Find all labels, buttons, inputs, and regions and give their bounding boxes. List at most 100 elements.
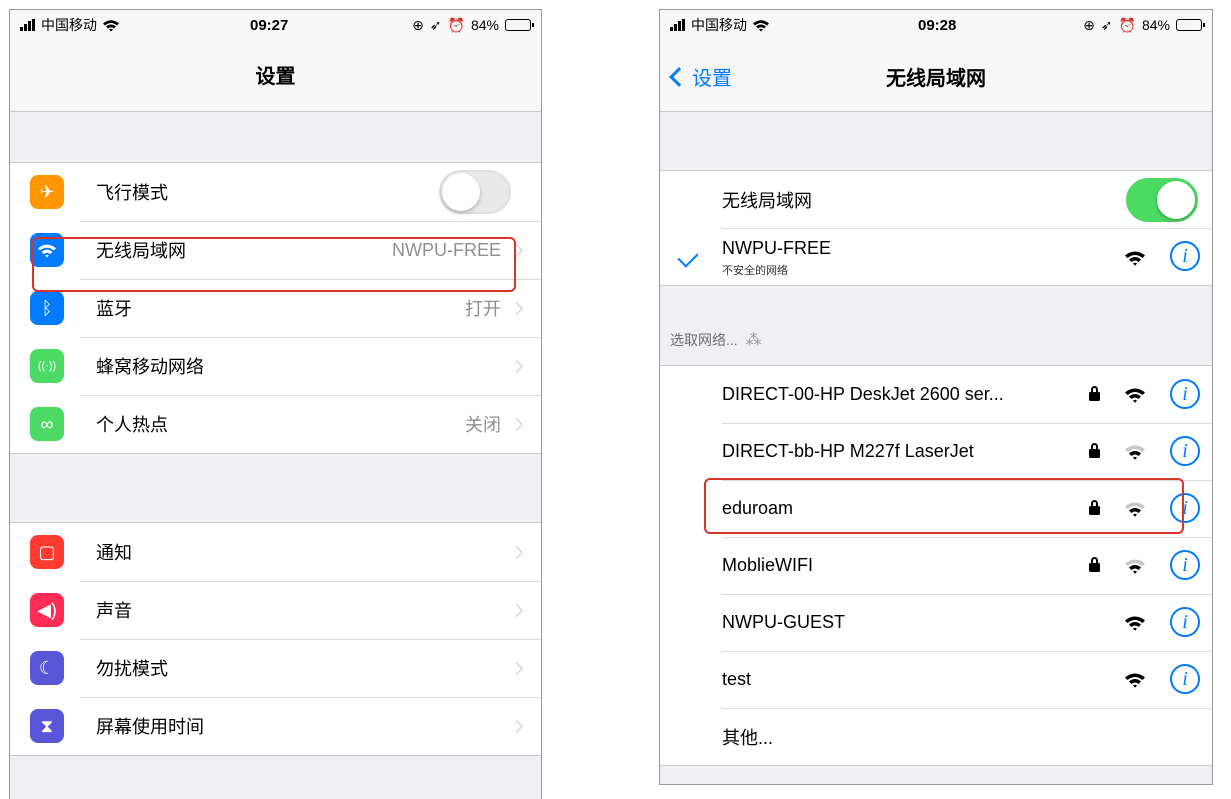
wifi-toggle-row: 无线局域网 xyxy=(660,171,1212,228)
battery-percent: 84% xyxy=(470,17,499,33)
checkmark-icon xyxy=(677,246,699,268)
wifi-toggle-label: 无线局域网 xyxy=(722,190,812,211)
hourglass-icon: ⧗ xyxy=(30,709,64,743)
info-button[interactable]: i xyxy=(1170,493,1200,523)
network-row[interactable]: test i xyxy=(660,651,1212,708)
status-bar: 中国移动 09:27 ⊕ ➶ ⏰ 84% xyxy=(10,10,541,40)
network-name: DIRECT-bb-HP M227f LaserJet xyxy=(722,441,974,461)
row-label: 通知 xyxy=(96,543,132,563)
network-name: eduroam xyxy=(722,498,794,518)
wifi-signal-icon xyxy=(1125,445,1145,460)
wifi-signal-icon xyxy=(1125,502,1145,517)
chevron-right-icon xyxy=(510,417,523,431)
network-row[interactable]: NWPU-GUEST i xyxy=(660,594,1212,651)
wifi-main-group: 无线局域网 NWPU-FREE 不安全的网络 i xyxy=(660,170,1212,286)
location-icon: ➶ xyxy=(429,16,442,33)
network-name: DIRECT-00-HP DeskJet 2600 ser... xyxy=(722,384,1004,404)
wifi-toggle[interactable] xyxy=(1126,177,1198,222)
chevron-right-icon xyxy=(510,359,523,373)
row-value: NWPU-FREE xyxy=(392,239,501,260)
status-bar: 中国移动 09:28 ⊕ ➶ ⏰ 84% xyxy=(660,10,1212,40)
wifi-signal-icon xyxy=(1125,559,1145,574)
signal-bars-icon xyxy=(670,19,686,31)
row-value: 打开 xyxy=(465,299,501,319)
settings-row[interactable]: 无线局域网 NWPU-FREE xyxy=(10,221,541,279)
battery-icon xyxy=(1176,19,1205,31)
moon-icon: ☾ xyxy=(30,651,64,685)
network-row[interactable]: MoblieWIFI i xyxy=(660,537,1212,594)
info-button[interactable]: i xyxy=(1170,436,1200,466)
network-row[interactable]: DIRECT-bb-HP M227f LaserJet i xyxy=(660,423,1212,480)
cellular-icon: ((·)) xyxy=(30,349,64,383)
chevron-right-icon xyxy=(510,301,523,315)
settings-group-notifications: ▢ 通知 ◀) 声音 ☾ 勿扰模式 ⧗ 屏幕使用时间 xyxy=(10,522,541,756)
chevron-right-icon xyxy=(510,719,523,733)
lock-icon xyxy=(1089,557,1100,572)
sound-icon: ◀) xyxy=(30,593,64,627)
carrier: 中国移动 xyxy=(670,15,770,35)
page-title: 设置 xyxy=(255,66,296,88)
info-button[interactable]: i xyxy=(1170,607,1200,637)
connected-network-name: NWPU-FREE xyxy=(722,238,831,258)
wifi-signal-icon xyxy=(1125,616,1145,631)
wifi-signal-icon xyxy=(1125,251,1145,266)
settings-row[interactable]: ◀) 声音 xyxy=(10,581,541,639)
settings-row[interactable]: ☾ 勿扰模式 xyxy=(10,639,541,697)
airplane-toggle[interactable] xyxy=(439,170,511,214)
settings-row[interactable]: ▢ 通知 xyxy=(10,523,541,581)
location-icon: ➶ xyxy=(1100,16,1113,33)
wifi-status-icon xyxy=(103,19,119,31)
network-row[interactable]: DIRECT-00-HP DeskJet 2600 ser... i xyxy=(660,366,1212,423)
row-label: 蓝牙 xyxy=(96,299,132,319)
lock-icon xyxy=(1089,386,1100,401)
row-label: 蜂窝移动网络 xyxy=(96,357,204,377)
info-button[interactable]: i xyxy=(1170,241,1200,271)
connected-network-subtitle: 不安全的网络 xyxy=(722,265,788,277)
chevron-right-icon xyxy=(510,545,523,559)
connected-network-row[interactable]: NWPU-FREE 不安全的网络 i xyxy=(660,228,1212,285)
network-list: DIRECT-00-HP DeskJet 2600 ser... i DIRECT-… xyxy=(660,365,1212,766)
network-row[interactable]: 其他... xyxy=(660,708,1212,765)
nav-bar: 设置 无线局域网 xyxy=(660,40,1212,112)
bluetooth-icon: ᛒ xyxy=(30,291,64,325)
network-name: test xyxy=(722,669,752,689)
choose-network-label: 选取网络... xyxy=(670,332,738,348)
wifi-signal-icon xyxy=(1125,388,1145,403)
orientation-lock-icon: ⊕ xyxy=(1083,16,1095,33)
info-button[interactable]: i xyxy=(1170,664,1200,694)
lock-icon xyxy=(1089,443,1100,458)
battery-icon xyxy=(505,19,534,31)
network-name: NWPU-GUEST xyxy=(722,612,845,632)
page-title: 无线局域网 xyxy=(886,68,986,90)
settings-row[interactable]: ⧗ 屏幕使用时间 xyxy=(10,697,541,755)
row-label: 个人热点 xyxy=(96,415,168,435)
network-row[interactable]: eduroam i xyxy=(660,480,1212,537)
alarm-icon: ⏰ xyxy=(1118,16,1136,33)
carrier-name: 中国移动 xyxy=(41,17,97,33)
info-button[interactable]: i xyxy=(1170,379,1200,409)
battery-percent: 84% xyxy=(1141,17,1170,33)
settings-row[interactable]: ((·)) 蜂窝移动网络 xyxy=(10,337,541,395)
clock: 09:28 xyxy=(918,16,957,34)
carrier: 中国移动 xyxy=(20,15,120,35)
nav-bar: 设置 xyxy=(10,40,541,112)
network-name: MoblieWIFI xyxy=(722,555,814,575)
loading-spinner-icon: ⁂ xyxy=(745,332,762,349)
settings-row[interactable]: ✈ 飞行模式 xyxy=(10,163,541,221)
wifi-status-icon xyxy=(753,19,769,31)
info-button[interactable]: i xyxy=(1170,550,1200,580)
chevron-right-icon xyxy=(510,661,523,675)
wifi-icon xyxy=(30,233,64,267)
row-label: 无线局域网 xyxy=(96,241,186,261)
settings-row[interactable]: ᛒ 蓝牙 打开 xyxy=(10,279,541,337)
row-label: 屏幕使用时间 xyxy=(96,717,204,737)
alarm-icon: ⏰ xyxy=(447,16,465,33)
airplane-icon: ✈ xyxy=(30,175,64,209)
row-label: 飞行模式 xyxy=(96,183,168,203)
signal-bars-icon xyxy=(20,19,36,31)
notification-icon: ▢ xyxy=(30,535,64,569)
settings-row[interactable]: ∞ 个人热点 关闭 xyxy=(10,395,541,453)
settings-group-connectivity: ✈ 飞行模式无线局域网 NWPU-FREE ᛒ 蓝牙 打开 ((·)) 蜂窝移动网络 ∞ 个人热点… xyxy=(10,162,541,454)
carrier-name: 中国移动 xyxy=(691,17,747,33)
clock: 09:27 xyxy=(250,16,289,34)
